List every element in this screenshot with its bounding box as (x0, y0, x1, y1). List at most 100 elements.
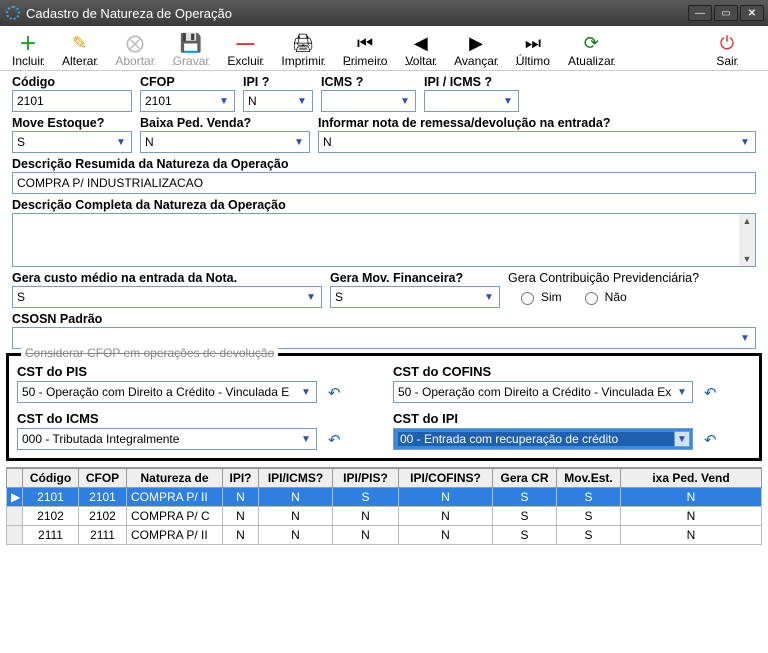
edit-icon: ✎ (69, 32, 91, 54)
ipi-value: N (248, 94, 257, 108)
app-icon (6, 6, 20, 20)
cst-ipi-combo[interactable]: 00 - Entrada com recuperação de crédito▼ (393, 428, 693, 450)
chevron-down-icon: ▼ (675, 385, 689, 399)
cell: N (621, 488, 762, 507)
col-header[interactable]: Gera CR (493, 469, 557, 488)
move-estoque-value: S (17, 135, 25, 149)
cell: S (493, 507, 557, 526)
cst-cofins-combo[interactable]: 50 - Operação com Direito a Crédito - Vi… (393, 381, 693, 403)
col-header[interactable]: Natureza de (127, 469, 223, 488)
cell: 2111 (79, 526, 127, 545)
col-header[interactable]: Mov.Est. (557, 469, 621, 488)
ipi-icms-combo[interactable]: ▼ (424, 90, 519, 112)
move-estoque-combo[interactable]: S▼ (12, 131, 132, 153)
ipi-label: IPI ? (243, 75, 313, 89)
desc-resumida-input[interactable] (12, 172, 756, 194)
prev-icon: ◀ (410, 32, 432, 54)
desc-resumida-label: Descrição Resumida da Natureza da Operaç… (12, 157, 756, 171)
row-pointer (7, 507, 23, 526)
save-icon: 💾 (180, 32, 202, 54)
radio-nao[interactable]: Não (580, 289, 627, 305)
voltar-button[interactable]: ◀ Voltar (405, 32, 436, 68)
atualizar-button[interactable]: ⟳ Atualizar (568, 32, 615, 68)
cell: N (259, 488, 333, 507)
baixa-ped-combo[interactable]: N▼ (140, 131, 310, 153)
imprimir-button[interactable]: 🖨 Imprimir (281, 32, 324, 68)
reset-icms-button[interactable]: ↶ (324, 430, 344, 450)
cell: N (223, 488, 259, 507)
chevron-down-icon: ▼ (217, 94, 231, 108)
chevron-down-icon: ▼ (114, 135, 128, 149)
col-header[interactable]: IPI/PIS? (333, 469, 399, 488)
maximize-button[interactable]: ▭ (714, 5, 738, 21)
reset-pis-button[interactable]: ↶ (324, 383, 344, 403)
form: Código CFOP 2101▼ IPI ? N▼ ICMS ? ▼ IPI … (0, 71, 768, 349)
csosn-label: CSOSN Padrão (12, 312, 756, 326)
chevron-down-icon: ▼ (738, 331, 752, 345)
cell: S (493, 488, 557, 507)
gravar-button: 💾 Gravar (173, 32, 210, 68)
reset-cofins-button[interactable]: ↶ (700, 383, 720, 403)
table-row[interactable]: ▶21012101COMPRA P/ IINNSNSSN (7, 488, 762, 507)
informar-nota-label: Informar nota de remessa/devolução na en… (318, 116, 756, 130)
gera-mov-combo[interactable]: S▼ (330, 286, 500, 308)
cst-icms-combo[interactable]: 000 - Tributada Integralmente▼ (17, 428, 317, 450)
minimize-button[interactable]: — (688, 5, 712, 21)
refresh-icon: ⟳ (580, 32, 602, 54)
cell: S (557, 488, 621, 507)
row-pointer: ▶ (7, 488, 23, 507)
alterar-button[interactable]: ✎ Alterar (62, 32, 97, 68)
col-header[interactable]: CFOP (79, 469, 127, 488)
cst-block: Considerar CFOP em operações de devoluçã… (6, 353, 762, 461)
desc-completa-textarea[interactable]: ▲▼ (12, 213, 756, 267)
chevron-down-icon: ▼ (738, 135, 752, 149)
avancar-button[interactable]: ▶ Avançar (454, 32, 498, 68)
abortar-button: ⨂ Abortar (115, 32, 154, 68)
gera-custo-combo[interactable]: S▼ (12, 286, 322, 308)
scrollbar[interactable]: ▲▼ (739, 214, 755, 266)
ultimo-button[interactable]: ⏭ Último (516, 32, 550, 68)
chevron-down-icon: ▼ (482, 290, 496, 304)
chevron-down-icon: ▼ (295, 94, 309, 108)
icms-combo[interactable]: ▼ (321, 90, 416, 112)
excluir-button[interactable]: — Excluir (227, 32, 263, 68)
incluir-label: Incluir (12, 54, 44, 68)
cell: COMPRA P/ II (127, 488, 223, 507)
table-row[interactable]: 21112111COMPRA P/ IINNNNSSN (7, 526, 762, 545)
cell: S (493, 526, 557, 545)
cell: S (557, 507, 621, 526)
cfop-combo[interactable]: 2101 ▼ (140, 90, 235, 112)
cell: N (399, 507, 493, 526)
informar-nota-combo[interactable]: N▼ (318, 131, 756, 153)
table-row[interactable]: 21022102COMPRA P/ CNNNNSSN (7, 507, 762, 526)
radio-sim[interactable]: Sim (516, 289, 562, 305)
cell: N (259, 526, 333, 545)
col-header[interactable]: ixa Ped. Vend (621, 469, 762, 488)
gera-custo-value: S (17, 290, 25, 304)
chevron-down-icon: ▼ (674, 431, 690, 447)
incluir-button[interactable]: ＋ Incluir (12, 32, 44, 68)
sair-button[interactable]: ⏻ Sair (716, 32, 738, 68)
cell: 2111 (23, 526, 79, 545)
primeiro-label: Primeiro (343, 54, 388, 68)
chevron-down-icon: ▼ (292, 135, 306, 149)
primeiro-button[interactable]: ⏮ Primeiro (343, 32, 388, 68)
col-header[interactable]: IPI? (223, 469, 259, 488)
gera-custo-label: Gera custo médio na entrada da Nota. (12, 271, 322, 285)
cst-pis-combo[interactable]: 50 - Operação com Direito a Crédito - Vi… (17, 381, 317, 403)
gera-mov-label: Gera Mov. Financeira? (330, 271, 500, 285)
col-header[interactable]: Código (23, 469, 79, 488)
cst-icms-label: CST do ICMS (17, 411, 375, 426)
close-button[interactable]: ✕ (740, 5, 764, 21)
codigo-input[interactable] (12, 90, 132, 112)
gera-contrib-label: Gera Contribuição Previdenciária? (508, 271, 756, 285)
cell: N (621, 507, 762, 526)
reset-ipi-button[interactable]: ↶ (700, 430, 720, 450)
ipi-combo[interactable]: N▼ (243, 90, 313, 112)
cfop-value: 2101 (145, 94, 172, 108)
col-header[interactable]: IPI/COFINS? (399, 469, 493, 488)
col-header[interactable]: IPI/ICMS? (259, 469, 333, 488)
chevron-down-icon: ▼ (304, 290, 318, 304)
cell: N (333, 507, 399, 526)
voltar-label: Voltar (405, 54, 436, 68)
